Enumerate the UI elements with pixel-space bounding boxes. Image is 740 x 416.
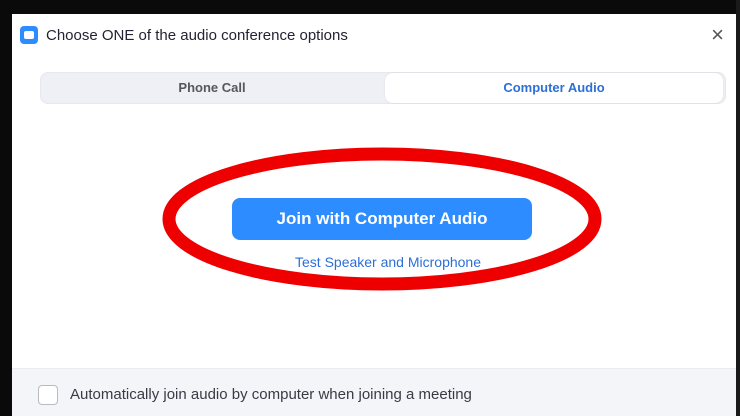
- dialog-footer: Automatically join audio by computer whe…: [12, 368, 736, 416]
- audio-options-dialog: Choose ONE of the audio conference optio…: [12, 14, 736, 416]
- zoom-camera-icon: [20, 26, 38, 44]
- window-frame-right: [736, 0, 740, 416]
- window-frame-top: [0, 0, 740, 14]
- auto-join-label: Automatically join audio by computer whe…: [70, 386, 472, 403]
- tab-phone-call[interactable]: Phone Call: [41, 73, 383, 103]
- dialog-title: Choose ONE of the audio conference optio…: [46, 27, 348, 44]
- close-icon[interactable]: ×: [711, 22, 724, 48]
- tab-computer-audio[interactable]: Computer Audio: [385, 73, 723, 103]
- join-computer-audio-button[interactable]: Join with Computer Audio: [232, 198, 532, 240]
- auto-join-checkbox[interactable]: [38, 385, 58, 405]
- test-speaker-microphone-link[interactable]: Test Speaker and Microphone: [268, 254, 508, 270]
- title-bar: Choose ONE of the audio conference optio…: [12, 14, 736, 58]
- window-frame-left: [0, 0, 12, 416]
- audio-tabs: Phone Call Computer Audio: [40, 72, 726, 104]
